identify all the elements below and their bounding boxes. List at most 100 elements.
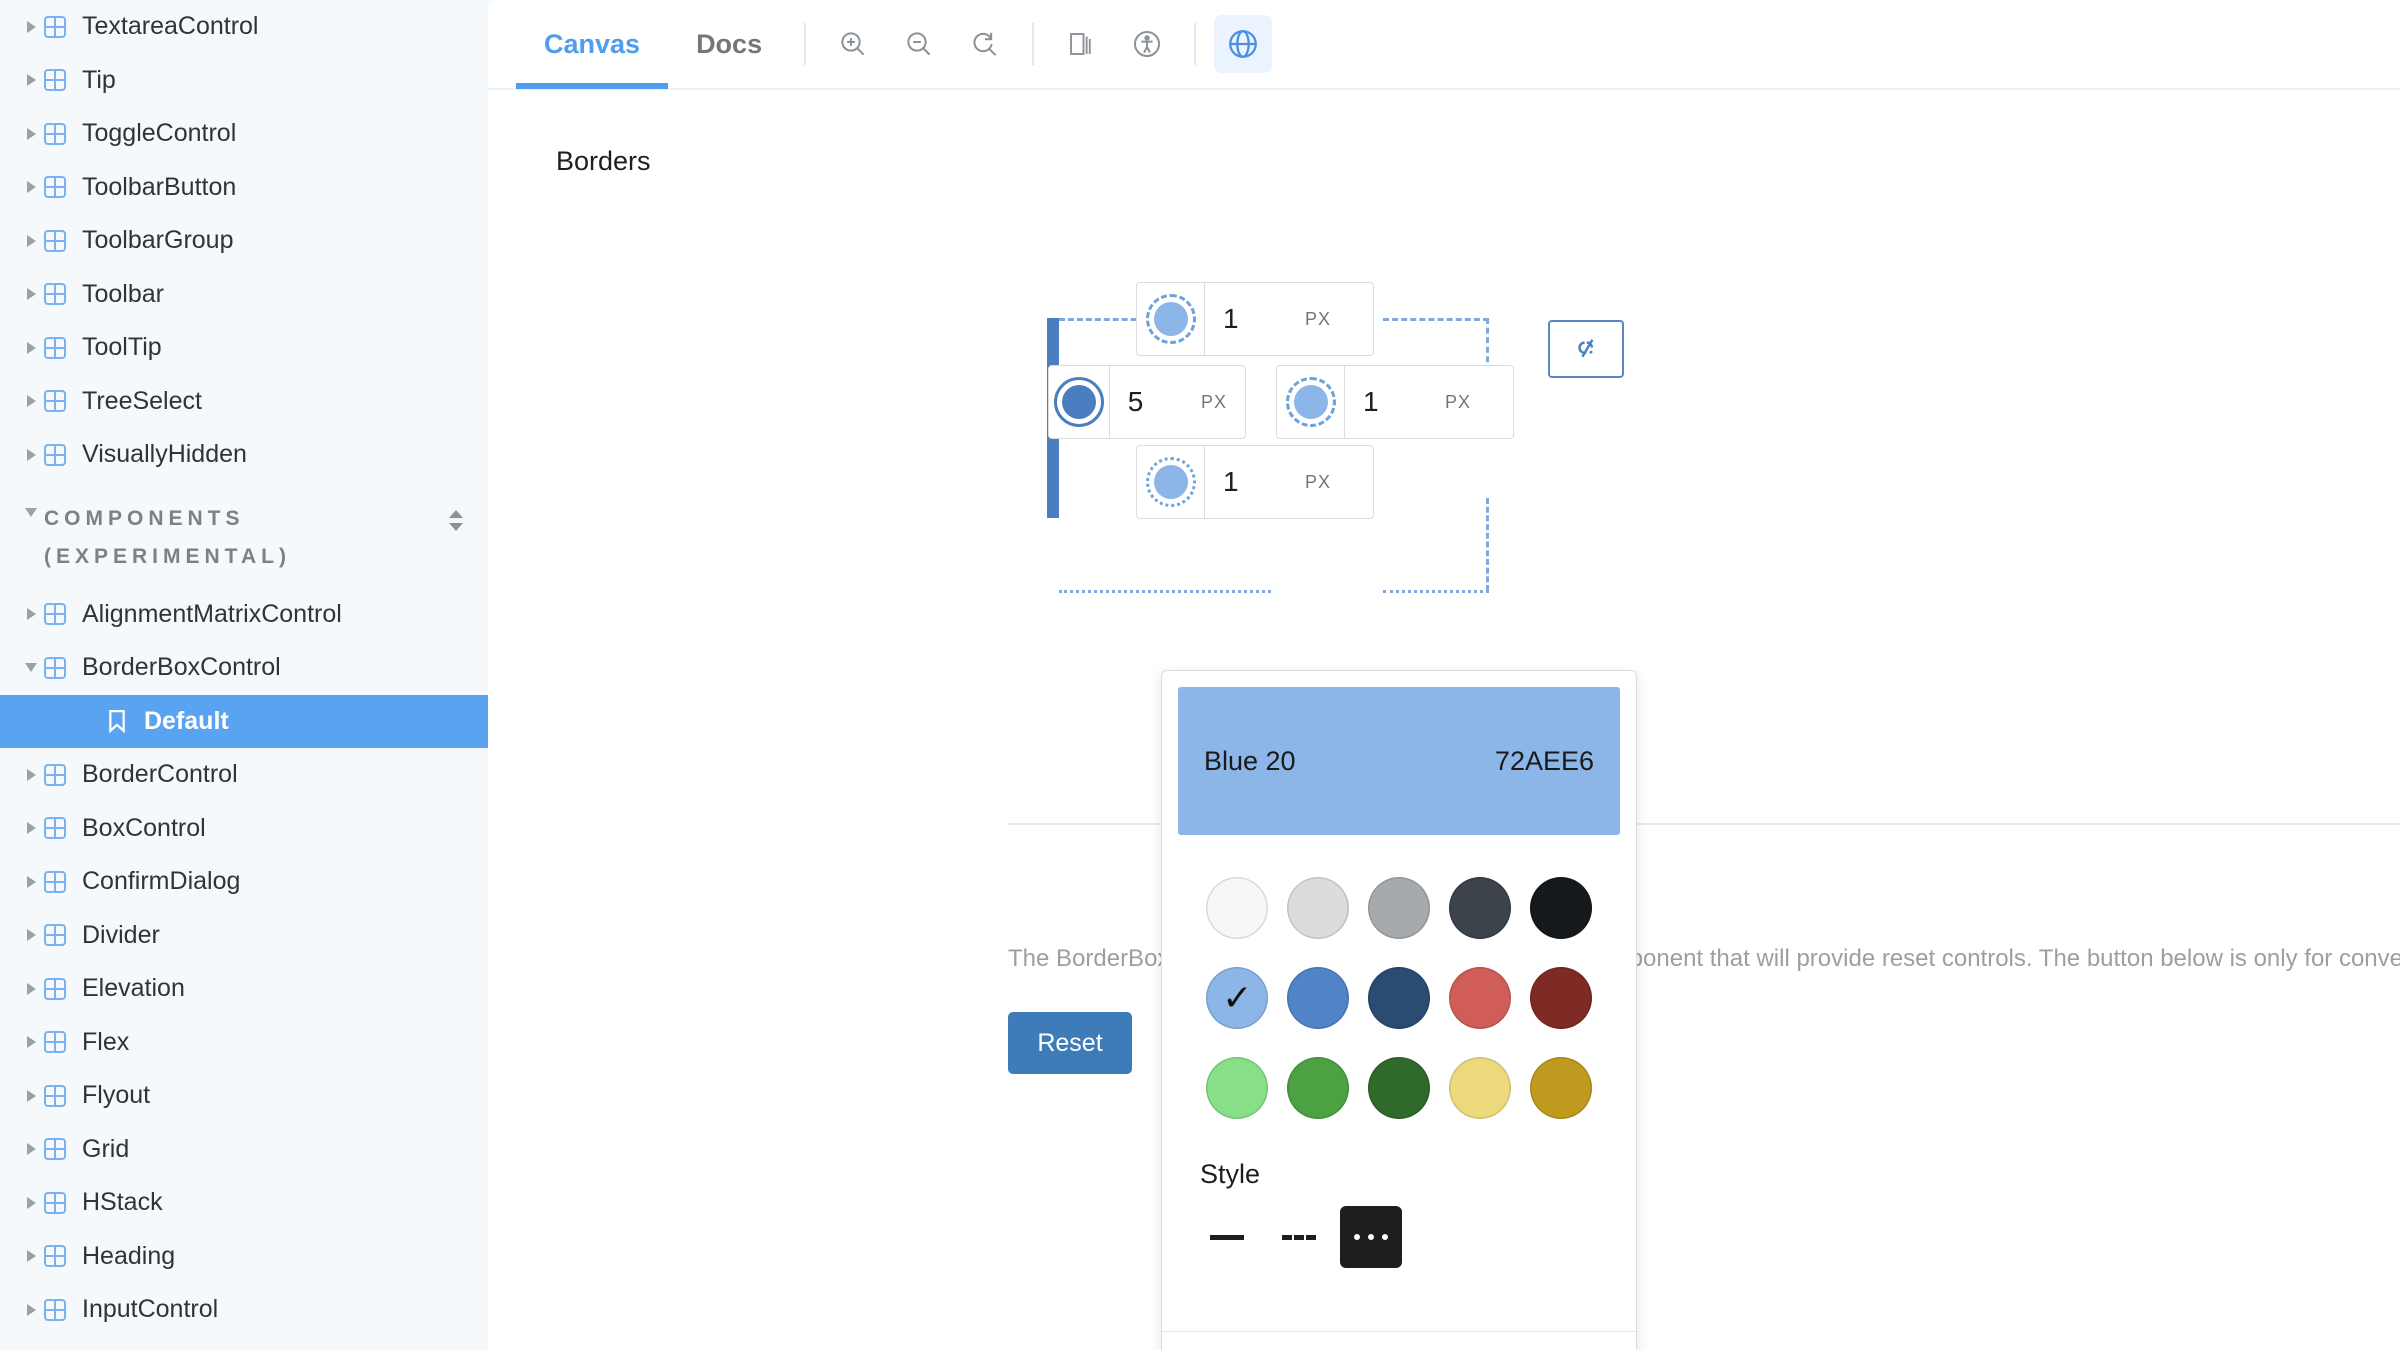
chevron-right-icon[interactable]: [18, 1036, 44, 1049]
sidebar-item-confirmdialog[interactable]: ConfirmDialog: [0, 855, 488, 909]
sidebar-item-tip[interactable]: Tip: [0, 54, 488, 108]
sidebar-item-grid[interactable]: Grid: [0, 1123, 488, 1177]
border-right-width-input[interactable]: 1: [1345, 366, 1445, 438]
chevron-right-icon[interactable]: [18, 234, 44, 247]
color-swatch-blue-40[interactable]: [1287, 967, 1350, 1029]
chevron-up-down-icon[interactable]: [442, 509, 470, 531]
sidebar-item-label: Divider: [82, 920, 160, 949]
sidebar-item-visuallyhidden[interactable]: VisuallyHidden: [0, 428, 488, 482]
chevron-right-icon[interactable]: [18, 448, 44, 461]
border-style-solid-button[interactable]: [1196, 1206, 1258, 1268]
color-swatch-blue-70[interactable]: [1367, 967, 1430, 1029]
border-bottom-width-input[interactable]: 1: [1205, 446, 1305, 518]
grid-background-icon[interactable]: [1052, 15, 1110, 73]
preview-guide-right-lower: [1486, 498, 1489, 591]
sidebar-item-boxcontrol[interactable]: BoxControl: [0, 802, 488, 856]
chevron-right-icon[interactable]: [18, 181, 44, 194]
border-top-width-input[interactable]: 1: [1205, 283, 1305, 355]
color-swatch-red-40[interactable]: [1448, 967, 1511, 1029]
border-left-width-input[interactable]: 5: [1110, 366, 1201, 438]
sidebar-item-default[interactable]: Default: [0, 694, 488, 748]
sidebar-item-label: ConfirmDialog: [82, 867, 241, 896]
sidebar-item-togglecontrol[interactable]: ToggleControl: [0, 107, 488, 161]
reset-button[interactable]: Reset: [1008, 1012, 1132, 1074]
chevron-right-icon[interactable]: [18, 875, 44, 888]
color-swatch-white[interactable]: [1206, 877, 1269, 939]
color-swatch-green-40[interactable]: [1287, 1057, 1350, 1119]
border-style-dotted-button[interactable]: [1340, 1206, 1402, 1268]
chevron-right-icon[interactable]: [18, 1143, 44, 1156]
chevron-down-icon[interactable]: [18, 663, 44, 673]
color-swatch-black[interactable]: [1529, 877, 1592, 939]
color-swatch-blue-20[interactable]: ✓: [1206, 967, 1269, 1029]
chevron-right-icon[interactable]: [18, 1196, 44, 1209]
color-swatch-gray-70[interactable]: [1448, 877, 1511, 939]
zoom-reset-icon[interactable]: [956, 15, 1014, 73]
accessibility-icon[interactable]: [1118, 15, 1176, 73]
chevron-right-icon[interactable]: [18, 822, 44, 835]
sidebar-item-elevation[interactable]: Elevation: [0, 962, 488, 1016]
sidebar-item-flex[interactable]: Flex: [0, 1016, 488, 1070]
unlink-icon-button[interactable]: [1548, 320, 1624, 378]
sidebar-item-tooltip[interactable]: ToolTip: [0, 321, 488, 375]
zoom-out-icon[interactable]: [890, 15, 948, 73]
chevron-right-icon[interactable]: [18, 341, 44, 354]
color-swatch-red-70[interactable]: [1529, 967, 1592, 1029]
chevron-right-icon[interactable]: [18, 1250, 44, 1263]
border-right-unit[interactable]: PX: [1445, 366, 1489, 438]
chevron-right-icon[interactable]: [18, 288, 44, 301]
grid-icon: [44, 229, 82, 252]
tab-canvas[interactable]: Canvas: [516, 0, 668, 89]
chevron-right-icon[interactable]: [18, 127, 44, 140]
sidebar-item-hstack[interactable]: HStack: [0, 1176, 488, 1230]
border-top-unit[interactable]: PX: [1305, 283, 1349, 355]
grid-icon: [44, 977, 82, 1000]
color-swatch-yellow-50[interactable]: [1529, 1057, 1592, 1119]
border-left-color-swatch[interactable]: [1049, 366, 1110, 438]
color-swatch-green-20[interactable]: [1206, 1057, 1269, 1119]
tab-docs[interactable]: Docs: [668, 0, 790, 89]
style-label: Style: [1200, 1159, 1261, 1189]
chevron-right-icon[interactable]: [18, 74, 44, 87]
chevron-right-icon[interactable]: [18, 608, 44, 621]
reset-to-default-button[interactable]: Reset to default: [1162, 1331, 1636, 1350]
sidebar-item-toolbar[interactable]: Toolbar: [0, 268, 488, 322]
border-side-top: 1 PX: [1136, 282, 1374, 356]
grid-icon: [44, 283, 82, 306]
sidebar-item-inputcontrol[interactable]: InputControl: [0, 1283, 488, 1337]
chevron-right-icon[interactable]: [18, 929, 44, 942]
color-swatch-green-70[interactable]: [1367, 1057, 1430, 1119]
sidebar-item-borderboxcontrol[interactable]: BorderBoxControl: [0, 641, 488, 695]
zoom-in-icon[interactable]: [824, 15, 882, 73]
border-bottom-color-swatch[interactable]: [1137, 446, 1205, 518]
sidebar-item-treeselect[interactable]: TreeSelect: [0, 375, 488, 429]
sidebar-item-toolbargroup[interactable]: ToolbarGroup: [0, 214, 488, 268]
chevron-right-icon[interactable]: [18, 20, 44, 33]
sidebar-item-toolbarbutton[interactable]: ToolbarButton: [0, 161, 488, 215]
sidebar-item-heading[interactable]: Heading: [0, 1230, 488, 1284]
globe-icon[interactable]: [1214, 15, 1273, 73]
border-top-color-swatch[interactable]: [1137, 283, 1205, 355]
chevron-right-icon[interactable]: [18, 1303, 44, 1316]
sidebar-item-textareacontrol[interactable]: TextareaControl: [0, 0, 488, 54]
color-swatch-gray-10[interactable]: [1287, 877, 1350, 939]
section-collapse-caret[interactable]: [18, 507, 44, 517]
border-style-dashed-button[interactable]: [1268, 1206, 1330, 1268]
color-swatch-gray-30[interactable]: [1367, 877, 1430, 939]
chevron-right-icon[interactable]: [18, 768, 44, 781]
sidebar-item-flyout[interactable]: Flyout: [0, 1069, 488, 1123]
sidebar-item-label: ToggleControl: [82, 119, 237, 148]
sidebar-item-divider[interactable]: Divider: [0, 909, 488, 963]
border-right-color-swatch[interactable]: [1277, 366, 1345, 438]
color-swatch-yellow-20[interactable]: [1448, 1057, 1511, 1119]
sidebar-item-alignmentmatrixcontrol[interactable]: AlignmentMatrixControl: [0, 588, 488, 642]
swatch-dot: [1053, 377, 1104, 427]
border-bottom-unit[interactable]: PX: [1305, 446, 1349, 518]
preview-guide-bottom-right: [1383, 590, 1489, 593]
chevron-right-icon[interactable]: [18, 395, 44, 408]
sidebar-item-bordercontrol[interactable]: BorderControl: [0, 748, 488, 802]
chevron-right-icon[interactable]: [18, 982, 44, 995]
sidebar-section-components-experimental[interactable]: COMPONENTS (EXPERIMENTAL): [0, 482, 488, 588]
border-left-unit[interactable]: PX: [1201, 366, 1245, 438]
chevron-right-icon[interactable]: [18, 1089, 44, 1102]
